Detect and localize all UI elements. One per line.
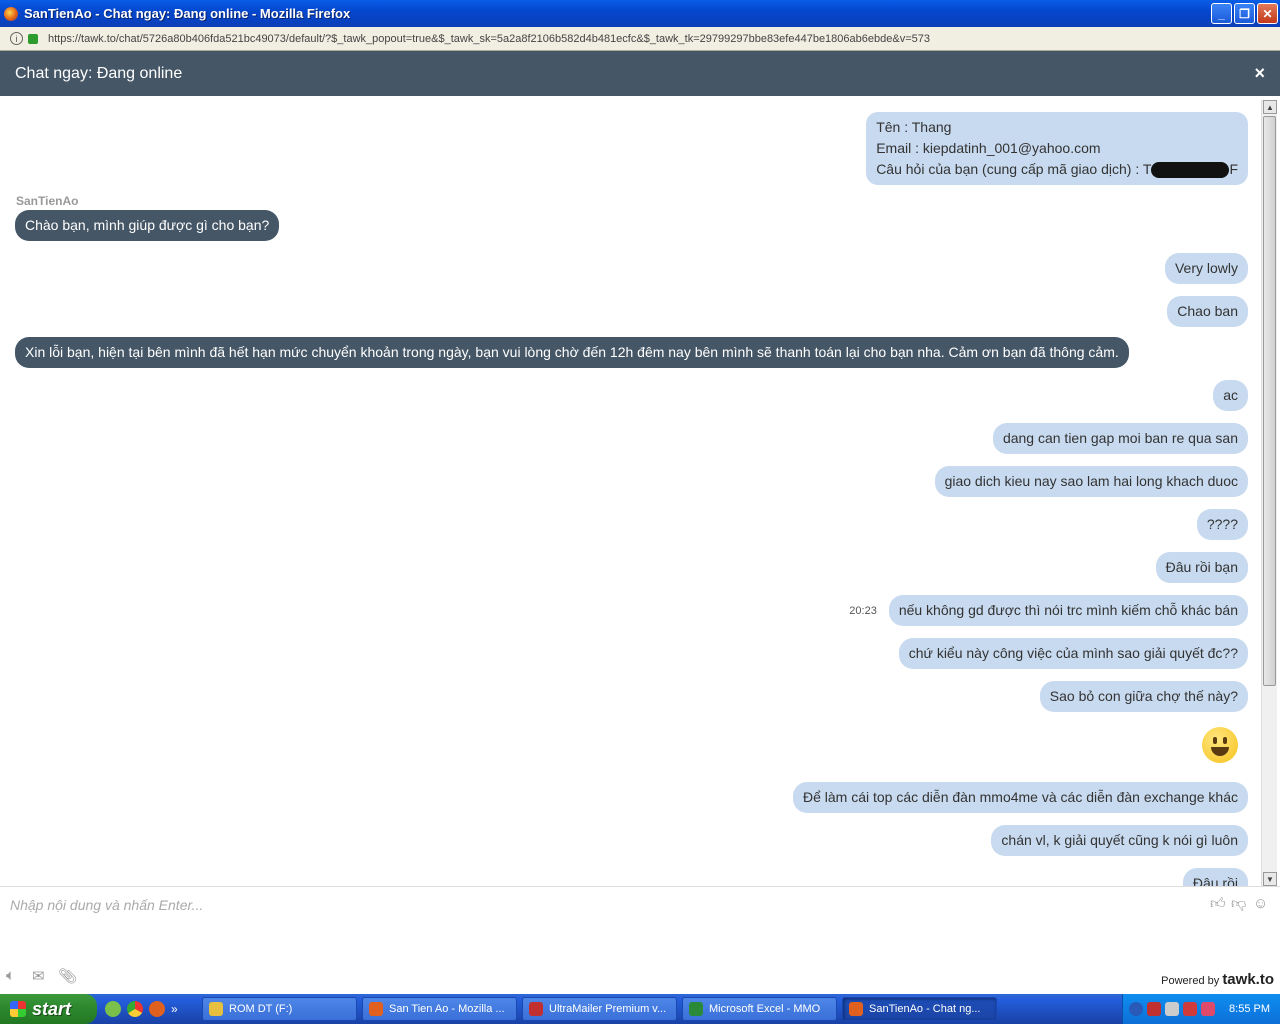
folder-icon (209, 1002, 223, 1016)
email-link[interactable]: kiepdatinh_001@yahoo.com (923, 140, 1101, 156)
tray-app-icon[interactable] (1147, 1002, 1161, 1016)
message-row: Chao ban (0, 296, 1260, 327)
info-icon[interactable]: i (10, 32, 23, 45)
visitor-message: Sao bỏ con giữa chợ thế này? (1039, 681, 1248, 712)
chat-title: Chat ngay: Đang online (15, 64, 183, 82)
message-row (0, 727, 1260, 763)
visitor-message: Very lowly (1164, 253, 1248, 284)
visitor-message: Chao ban (1167, 296, 1248, 327)
message-row: Chào bạn, mình giúp được gì cho bạn? (0, 210, 1260, 241)
visitor-message: ac (1213, 380, 1248, 411)
visitor-message: ???? (1196, 509, 1248, 540)
chat-header: Chat ngay: Đang online × (0, 51, 1280, 96)
message-row: chứ kiểu này công việc của mình sao giải… (0, 638, 1260, 669)
attach-icon[interactable]: 📎︎ (58, 967, 77, 985)
emoji-picker-icon[interactable]: ☺ (1253, 895, 1268, 912)
message-scrollbar[interactable]: ▲ ▼ (1261, 100, 1277, 886)
firefox-icon[interactable] (149, 1001, 165, 1017)
tray-arrow-icon[interactable] (1129, 1002, 1143, 1016)
message-row: Đâu rồi (0, 868, 1260, 886)
close-window-button[interactable]: ✕ (1257, 3, 1278, 24)
composer: Nhập nội dung và nhấn Enter... 👍︎ 👎︎ ☺ 🔈… (0, 886, 1280, 994)
start-button[interactable]: start (0, 994, 97, 1024)
window-title: SanTienAo - Chat ngay: Đang online - Moz… (24, 6, 351, 21)
maximize-button[interactable]: ❐ (1234, 3, 1255, 24)
message-row: Để làm cái top các diễn đàn mmo4me và cá… (0, 782, 1260, 813)
visitor-message: chứ kiểu này công việc của mình sao giải… (898, 638, 1248, 669)
agent-name: SanTienAo (16, 194, 79, 208)
visitor-message: Đâu rồi bạn (1155, 552, 1248, 583)
clock: 8:55 PM (1229, 1003, 1270, 1015)
window-titlebar: SanTienAo - Chat ngay: Đang online - Moz… (0, 0, 1280, 27)
url-text[interactable]: https://tawk.to/chat/5726a80b406fda521bc… (48, 33, 930, 45)
info-name: Tên : Thang (876, 119, 952, 135)
address-bar[interactable]: i https://tawk.to/chat/5726a80b406fda521… (0, 27, 1280, 51)
task-item-active[interactable]: SanTienAo - Chat ng... (842, 997, 997, 1021)
firefox-icon (4, 6, 18, 21)
sound-icon[interactable]: 🔈︎ (6, 967, 15, 984)
task-item[interactable]: ROM DT (F:) (202, 997, 357, 1021)
message-row: chán vl, k giải quyết cũng k nói gì luôn (0, 825, 1260, 856)
visitor-info-message: Tên : Thang Email : kiepdatinh_001@yahoo… (0, 112, 1260, 185)
firefox-icon (849, 1002, 863, 1016)
more-icon[interactable]: » (171, 1002, 178, 1016)
visitor-message: nếu không gd được thì nói trc mình kiếm … (888, 595, 1248, 626)
tawk-brand: tawk.to (1222, 971, 1274, 988)
task-item[interactable]: Microsoft Excel - MMO (682, 997, 837, 1021)
info-question: Câu hỏi của bạn (cung cấp mã giao dịch) … (876, 161, 1238, 179)
message-row: ac (0, 380, 1260, 411)
system-tray: 8:55 PM (1122, 994, 1280, 1024)
minimize-button[interactable]: _ (1211, 3, 1232, 24)
taskbar: start » ROM DT (F:) San Tien Ao - Mozill… (0, 994, 1280, 1024)
task-item[interactable]: UltraMailer Premium v... (522, 997, 677, 1021)
close-chat-icon[interactable]: × (1254, 63, 1265, 84)
visitor-message: Đâu rồi (1182, 868, 1248, 886)
lock-icon[interactable] (28, 33, 38, 44)
agent-message: Xin lỗi bạn, hiện tại bên mình đã hết hạ… (15, 337, 1129, 368)
message-row: Very lowly (0, 253, 1260, 284)
quicklaunch-app-icon[interactable] (105, 1001, 121, 1017)
message-row: 20:23 nếu không gd được thì nói trc mình … (0, 595, 1260, 626)
firefox-icon (369, 1002, 383, 1016)
message-row: Xin lỗi bạn, hiện tại bên mình đã hết hạ… (0, 337, 1260, 368)
message-row: Đâu rồi bạn (0, 552, 1260, 583)
message-row: dang can tien gap moi ban re qua san (0, 423, 1260, 454)
thumbs-up-icon[interactable]: 👍︎ (1210, 895, 1226, 913)
grinning-emoji-icon (1202, 727, 1238, 763)
tray-security-icon[interactable] (1183, 1002, 1197, 1016)
thumbs-down-icon[interactable]: 👎︎ (1231, 895, 1246, 913)
chrome-icon[interactable] (127, 1001, 143, 1017)
tray-network-icon[interactable] (1165, 1002, 1179, 1016)
email-icon[interactable]: ✉ (32, 967, 45, 985)
excel-icon (689, 1002, 703, 1016)
message-row: ???? (0, 509, 1260, 540)
message-list[interactable]: Tên : Thang Email : kiepdatinh_001@yahoo… (0, 96, 1260, 886)
visitor-message: giao dich kieu nay sao lam hai long khac… (934, 466, 1248, 497)
message-input[interactable]: Nhập nội dung và nhấn Enter... (10, 897, 203, 913)
message-row: giao dich kieu nay sao lam hai long khac… (0, 466, 1260, 497)
visitor-message: dang can tien gap moi ban re qua san (992, 423, 1248, 454)
quick-launch: » (97, 1001, 202, 1017)
powered-by[interactable]: Powered by tawk.to (1161, 971, 1274, 988)
mail-app-icon (529, 1002, 543, 1016)
tray-v-icon[interactable] (1201, 1002, 1215, 1016)
agent-message: Chào bạn, mình giúp được gì cho bạn? (15, 210, 280, 241)
scroll-thumb[interactable] (1263, 116, 1276, 686)
scroll-up-icon[interactable]: ▲ (1263, 100, 1277, 114)
visitor-message: Để làm cái top các diễn đàn mmo4me và cá… (792, 782, 1248, 813)
info-email-line: Email : kiepdatinh_001@yahoo.com (876, 140, 1101, 156)
scroll-down-icon[interactable]: ▼ (1263, 872, 1277, 886)
message-row: Sao bỏ con giữa chợ thế này? (0, 681, 1260, 712)
windows-logo-icon (10, 1001, 26, 1017)
visitor-message: chán vl, k giải quyết cũng k nói gì luôn (991, 825, 1248, 856)
redacted-mark (1151, 162, 1230, 179)
task-item[interactable]: San Tien Ao - Mozilla ... (362, 997, 517, 1021)
message-time: 20:23 (849, 604, 877, 617)
